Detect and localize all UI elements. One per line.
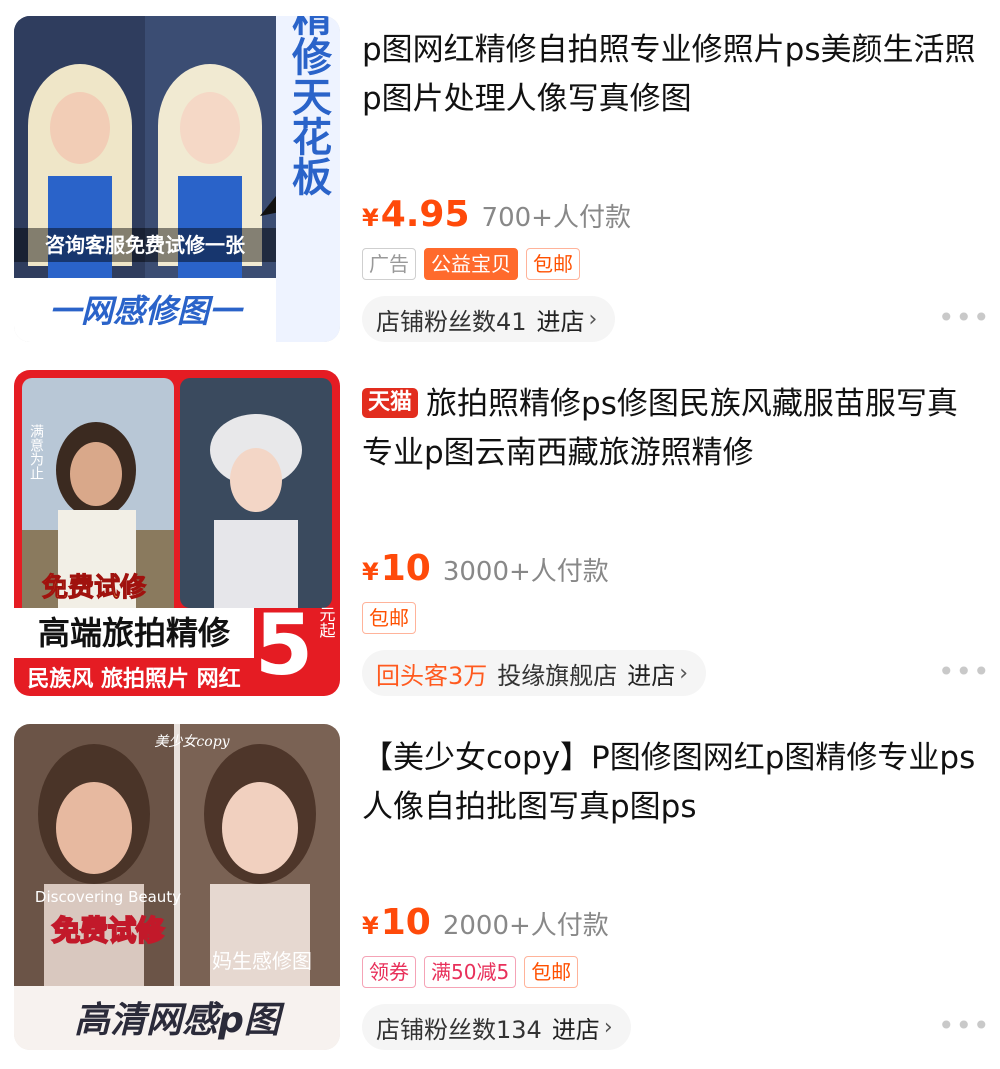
chevron-right-icon: › [679,660,689,686]
store-info: 店铺粉丝数41 [376,307,527,336]
product-thumbnail[interactable]: 咨询客服免费试修一张 一网感修图一 人像精修天花板 [14,16,340,342]
product-title[interactable]: 天猫 旅拍照精修ps修图民族风藏服苗服写真专业p图云南西藏旅游照精修 [362,380,982,478]
chevron-right-icon: › [588,306,598,332]
tag-row: 广告 公益宝贝 包邮 [362,248,580,280]
price: 4.95 [380,194,470,235]
thumb-text: 5 [255,596,313,694]
product-title-text[interactable]: 旅拍照精修ps修图民族风藏服苗服写真专业p图云南西藏旅游照精修 [362,386,958,471]
free-shipping-tag: 包邮 [362,602,416,634]
thumb-text: 高端旅拍精修 [38,614,231,652]
enter-store-label: 进店 [536,307,585,336]
thumb-text: 满意为止 [28,424,44,480]
thumb-text: Discovering Beauty [35,888,181,906]
sold-count: 700+人付款 [481,203,631,233]
more-options-icon[interactable]: ••• [938,304,991,332]
store-link[interactable]: 回头客3万 投缘旗舰店 进店 › [362,650,707,696]
store-name: 投缘旗舰店 [497,661,618,690]
product-thumbnail[interactable]: 美少女copy Discovering Beauty 免费试修 妈生感修图 高清… [14,724,340,1050]
thumb-text: 元起 [317,606,336,638]
product-title-text[interactable]: p图网红精修自拍照专业修照片ps美颜生活照p图片处理人像写真修图 [362,32,976,117]
product-title[interactable]: 【美少女copy】P图修图网红p图精修专业ps人像自拍批图写真p图ps [362,734,982,832]
product-card[interactable]: 满意为止 免费试修 高端旅拍精修 民族风 旅拍照片 网红 5 元起 天猫 旅拍照精… [0,362,1000,716]
thumb-text: 民族风 旅拍照片 网红 [27,666,240,692]
store-link[interactable]: 店铺粉丝数134 进店 › [362,1004,631,1050]
chevron-right-icon: › [603,1014,613,1040]
free-shipping-tag: 包邮 [524,956,579,988]
thumb-text: 咨询客服免费试修一张 [45,233,246,257]
charity-tag: 公益宝贝 [424,248,518,280]
store-info: 店铺粉丝数134 [376,1015,542,1044]
thumb-text: 人像精修天花板 [285,16,332,196]
more-options-icon[interactable]: ••• [938,658,991,686]
currency-symbol: ¥ [362,204,379,232]
free-shipping-tag: 包邮 [526,248,580,280]
tag-row: 领券 满50减5 包邮 [362,956,579,988]
discount-tag: 满50减5 [424,956,517,988]
price: 10 [380,548,431,589]
currency-symbol: ¥ [362,912,379,940]
coupon-tag[interactable]: 领券 [362,956,416,988]
product-thumbnail[interactable]: 满意为止 免费试修 高端旅拍精修 民族风 旅拍照片 网红 5 元起 [14,370,340,696]
thumb-text: 美少女copy [154,734,230,750]
product-title-text[interactable]: 【美少女copy】P图修图网红p图精修专业ps人像自拍批图写真p图ps [362,740,975,825]
currency-symbol: ¥ [362,558,379,586]
thumb-text: 免费试修 [42,572,147,603]
enter-store-label: 进店 [627,661,676,690]
thumb-text: 一网感修图一 [49,292,244,330]
thumb-text: 高清网感p图 [74,1000,285,1041]
tmall-badge: 天猫 [362,388,419,418]
product-card[interactable]: 美少女copy Discovering Beauty 免费试修 妈生感修图 高清… [0,716,1000,1069]
thumbnail-graphic: 咨询客服免费试修一张 一网感修图一 人像精修天花板 [14,16,340,342]
price: 10 [380,902,431,943]
price-row: ¥ 10 3000+人付款 [362,548,609,592]
tag-row: 包邮 [362,602,416,634]
more-options-icon[interactable]: ••• [938,1012,991,1040]
thumbnail-graphic: 满意为止 免费试修 高端旅拍精修 民族风 旅拍照片 网红 5 元起 [14,370,340,696]
repeat-customer-badge: 回头客3万 [376,661,488,690]
store-link[interactable]: 店铺粉丝数41 进店 › [362,296,616,342]
ad-tag: 广告 [362,248,416,280]
thumb-text: 免费试修 [52,914,165,947]
thumbnail-graphic: 美少女copy Discovering Beauty 免费试修 妈生感修图 高清… [14,724,340,1050]
price-row: ¥ 4.95 700+人付款 [362,194,631,238]
thumb-text: 妈生感修图 [212,949,312,973]
sold-count: 3000+人付款 [442,557,609,587]
product-card[interactable]: 咨询客服免费试修一张 一网感修图一 人像精修天花板 p图网红精修自拍照专业修照片… [0,8,1000,362]
sold-count: 2000+人付款 [442,911,609,941]
enter-store-label: 进店 [551,1015,600,1044]
price-row: ¥ 10 2000+人付款 [362,902,609,946]
product-title[interactable]: p图网红精修自拍照专业修照片ps美颜生活照p图片处理人像写真修图 [362,26,982,124]
